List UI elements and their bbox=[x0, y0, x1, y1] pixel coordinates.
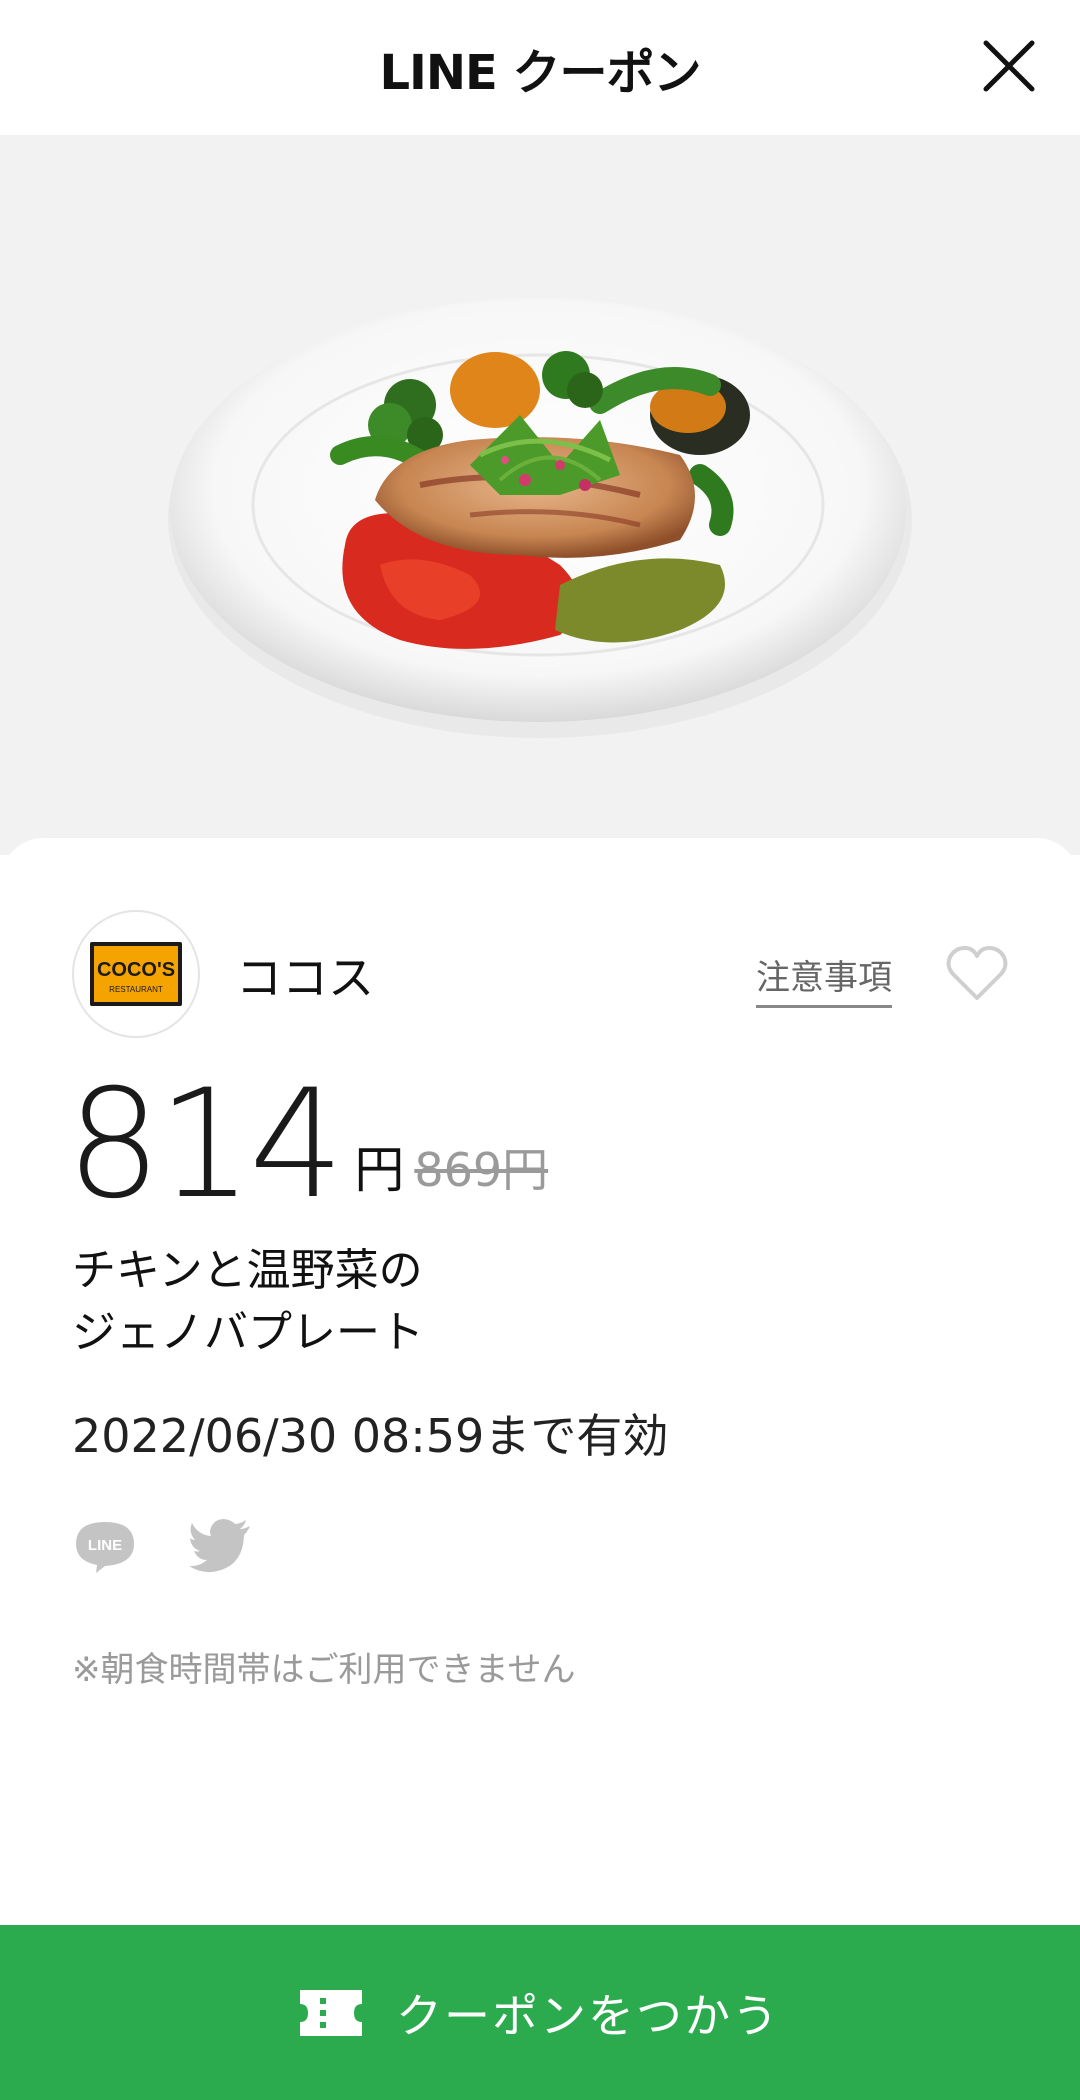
item-name-line1: チキンと温野菜の bbox=[72, 1245, 423, 1296]
shop-logo: COCO'S RESTAURANT bbox=[72, 910, 200, 1038]
ticket-icon bbox=[300, 1989, 362, 2036]
coupon-hero-image bbox=[0, 135, 1080, 855]
item-name-line2: ジェノバプレート bbox=[72, 1307, 424, 1358]
svg-text:COCO'S: COCO'S bbox=[97, 959, 175, 981]
svg-text:RESTAURANT: RESTAURANT bbox=[109, 985, 163, 994]
dish-photo bbox=[168, 298, 912, 738]
use-coupon-button[interactable]: クーポンをつかう bbox=[0, 1925, 1080, 2100]
original-price: 869円 bbox=[414, 1143, 549, 1197]
item-name: チキンと温野菜の ジェノバプレート bbox=[72, 1240, 424, 1364]
cocos-logo-image: COCO'S RESTAURANT bbox=[90, 942, 182, 1006]
validity-date: 2022/06/30 08:59まで有効 bbox=[72, 1409, 669, 1463]
price-unit: 円 bbox=[354, 1141, 405, 1199]
heart-icon[interactable] bbox=[946, 944, 1008, 1002]
close-icon[interactable] bbox=[976, 33, 1042, 99]
use-coupon-label: クーポンをつかう bbox=[396, 1988, 780, 2043]
line-share-icon[interactable]: LINE bbox=[72, 1518, 138, 1574]
header-bar: LINE クーポン bbox=[0, 0, 1080, 135]
twitter-share-icon[interactable] bbox=[188, 1518, 254, 1574]
shop-name: ココス bbox=[236, 951, 374, 1005]
discount-price: 814 bbox=[66, 1058, 344, 1232]
page-title: LINE クーポン bbox=[379, 44, 701, 101]
usage-note: ※朝食時間帯はご利用できません bbox=[72, 1650, 576, 1690]
price-row: 814 円 869円 bbox=[66, 1060, 548, 1220]
svg-text:LINE: LINE bbox=[88, 1537, 122, 1554]
notice-link[interactable]: 注意事項 bbox=[756, 950, 892, 1008]
